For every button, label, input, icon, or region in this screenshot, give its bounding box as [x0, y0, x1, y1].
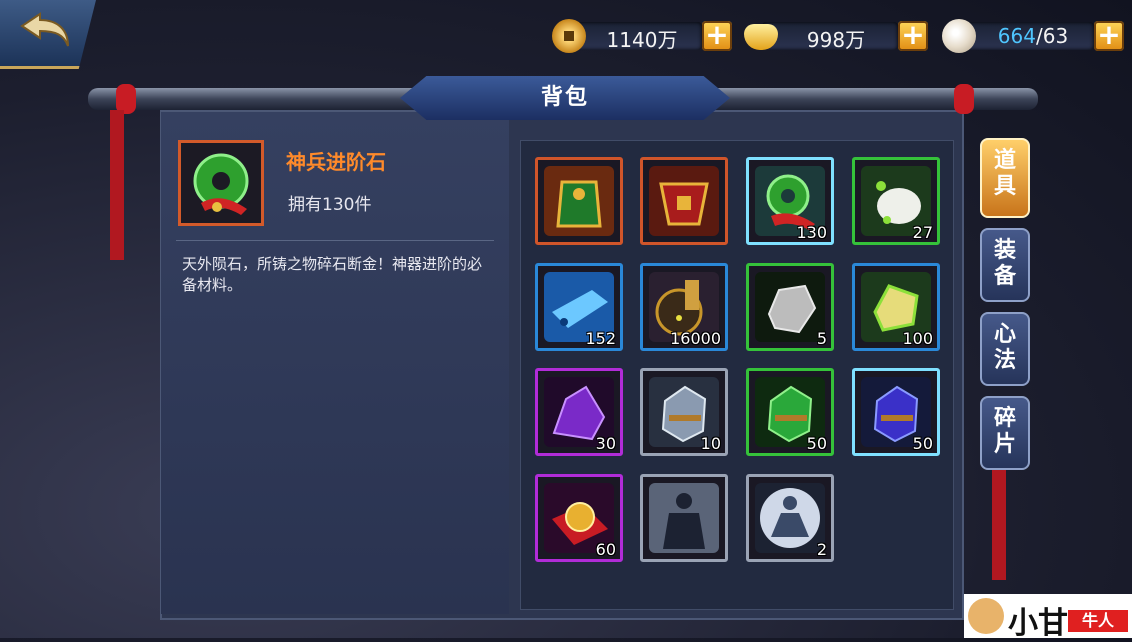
- silhouette-figure-icon: [649, 483, 719, 553]
- inventory-slot-blue-stone[interactable]: 50: [852, 368, 940, 456]
- stamina-separator: /: [1035, 24, 1043, 48]
- tab-fragments-label: 碎片: [993, 406, 1016, 457]
- gray-ore-icon: [755, 272, 825, 342]
- red-knot-right: [954, 84, 974, 114]
- inventory-slot-meditating-figure[interactable]: 2: [746, 474, 834, 562]
- selected-item-icon: [178, 140, 264, 226]
- selected-item-description: 天外陨石，所铸之物碎石断金！神器进阶的必备材料。: [182, 255, 483, 294]
- tassel-right: [992, 470, 1006, 580]
- slot-count: 16000: [670, 329, 721, 348]
- slot-count: 60: [595, 540, 616, 559]
- inventory-slot-scroll-bundle[interactable]: 16000: [640, 263, 728, 351]
- add-coins-button[interactable]: +: [702, 21, 732, 51]
- tab-mental-arts-label: 心法: [993, 322, 1016, 373]
- watermark-text: 小甘: [1008, 606, 1068, 641]
- slot-count: 130: [796, 223, 827, 242]
- tab-equipment[interactable]: 装备: [980, 228, 1030, 302]
- inventory-slot-gray-ore[interactable]: 5: [746, 263, 834, 351]
- gold-value: 998万: [806, 28, 866, 52]
- inventory-slot-red-armor[interactable]: [640, 157, 728, 245]
- inventory-slot-green-stone[interactable]: 50: [746, 368, 834, 456]
- slot-count: 50: [806, 434, 827, 453]
- slot-count: 50: [912, 434, 933, 453]
- slot-count: 100: [902, 329, 933, 348]
- slot-count: 10: [700, 434, 721, 453]
- selected-item-owned: 拥有130件: [288, 195, 372, 215]
- divider: [176, 240, 494, 241]
- stamina-current: 664: [997, 24, 1036, 48]
- slot-count: 5: [816, 329, 827, 348]
- bun-icon: [942, 19, 976, 53]
- tab-fragments[interactable]: 碎片: [980, 396, 1030, 470]
- inventory-slot-blue-tile[interactable]: 152: [535, 263, 623, 351]
- inventory-slot-golden-pearl[interactable]: 60: [535, 474, 623, 562]
- slot-count: 30: [595, 434, 616, 453]
- panel-title: 背包: [400, 76, 730, 120]
- watermark-badge: 牛人: [1068, 610, 1128, 632]
- inventory-slot-jade-pendant[interactable]: 130: [746, 157, 834, 245]
- gold-counter: 998万 +: [744, 18, 928, 54]
- tab-items-label: 道具: [993, 148, 1016, 199]
- inventory-slot-purple-ore[interactable]: 30: [535, 368, 623, 456]
- green-helmet-icon: [544, 166, 614, 236]
- slot-count: 2: [816, 540, 827, 559]
- add-stamina-button[interactable]: +: [1094, 21, 1124, 51]
- slot-count: 152: [585, 329, 616, 348]
- slot-count: 27: [912, 223, 933, 242]
- red-armor-icon: [649, 166, 719, 236]
- meditating-figure-icon: [755, 483, 825, 553]
- tab-mental-arts[interactable]: 心法: [980, 312, 1030, 386]
- stamina-max: 63: [1042, 24, 1069, 48]
- selected-item-name: 神兵进阶石: [286, 150, 386, 174]
- inventory-slot-white-pouch[interactable]: 27: [852, 157, 940, 245]
- tab-equipment-label: 装备: [993, 238, 1016, 289]
- stamina-value: 664/63: [982, 24, 1084, 48]
- back-button[interactable]: [0, 0, 96, 69]
- copper-coin-icon: [552, 19, 586, 53]
- inventory-slot-green-helmet[interactable]: [535, 157, 623, 245]
- cow-logo-icon: [968, 598, 1004, 634]
- tab-items[interactable]: 道具: [980, 138, 1030, 218]
- back-arrow-icon: [20, 12, 69, 47]
- stamina-counter: 664/63 +: [942, 18, 1124, 54]
- inventory-slot-silver-stone[interactable]: 10: [640, 368, 728, 456]
- coin-counter: 1140万 +: [552, 18, 732, 54]
- tassel-left: [110, 110, 124, 260]
- inventory-slot-yellow-crystal[interactable]: 100: [852, 263, 940, 351]
- inventory-slot-silhouette-figure[interactable]: [640, 474, 728, 562]
- add-gold-button[interactable]: +: [898, 21, 928, 51]
- jade-pendant-icon: [193, 153, 249, 215]
- coin-value: 1140万: [606, 28, 678, 52]
- watermark: 小甘 牛人: [964, 594, 1132, 641]
